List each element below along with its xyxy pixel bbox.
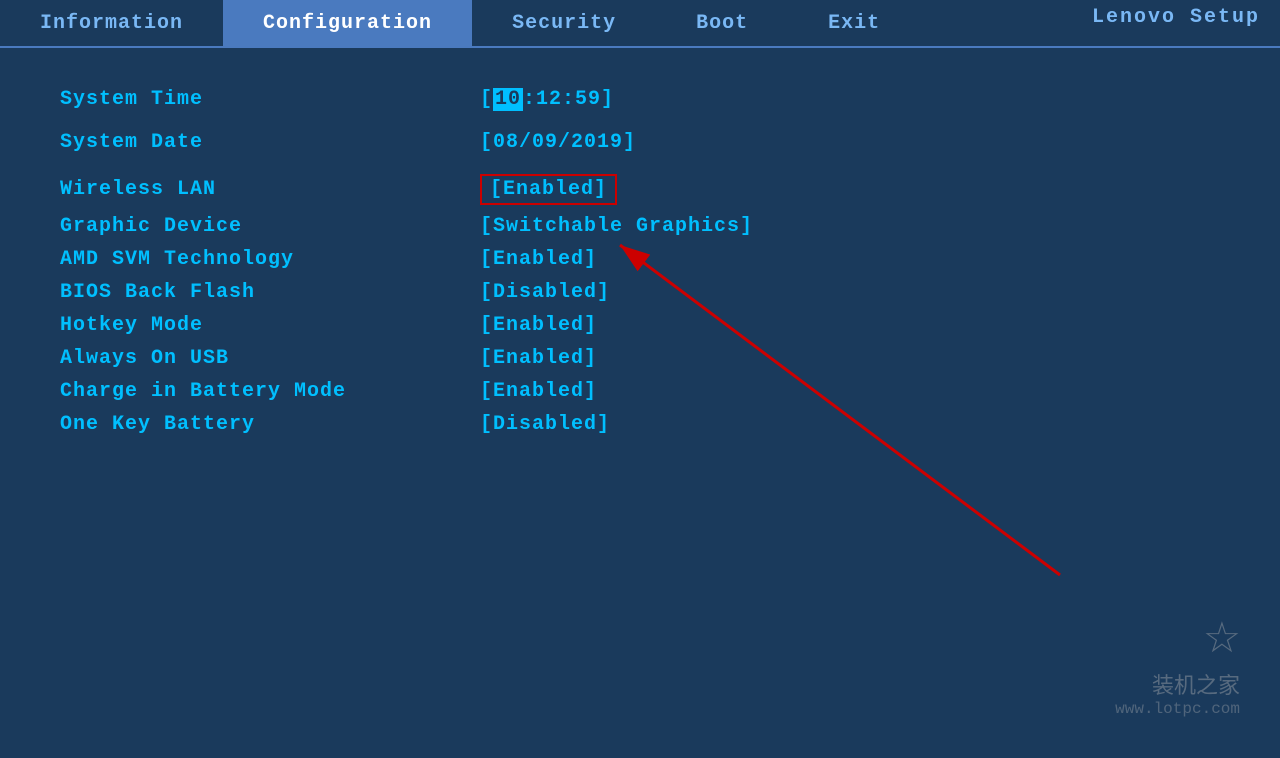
- tab-exit[interactable]: Exit: [788, 0, 920, 46]
- tab-information[interactable]: Information: [0, 0, 223, 46]
- charge-battery-value: [Enabled]: [480, 380, 597, 403]
- system-date-row: System Date [08/09/2019]: [60, 131, 1220, 154]
- system-time-label: System Time: [60, 88, 480, 111]
- bios-back-flash-label: BIOS Back Flash: [60, 281, 480, 304]
- graphic-device-value: [Switchable Graphics]: [480, 215, 753, 238]
- wireless-lan-label: Wireless LAN: [60, 178, 480, 201]
- app-title: Lenovo Setup: [1092, 6, 1260, 29]
- bios-back-flash-row: BIOS Back Flash [Disabled]: [60, 281, 1220, 304]
- system-date-label: System Date: [60, 131, 480, 154]
- hotkey-mode-value: [Enabled]: [480, 314, 597, 337]
- hotkey-mode-label: Hotkey Mode: [60, 314, 480, 337]
- charge-battery-row: Charge in Battery Mode [Enabled]: [60, 380, 1220, 403]
- menu-bar: Information Configuration Security Boot …: [0, 0, 1280, 48]
- wireless-lan-row: Wireless LAN [Enabled]: [60, 174, 1220, 205]
- amd-svm-label: AMD SVM Technology: [60, 248, 480, 271]
- one-key-battery-label: One Key Battery: [60, 413, 480, 436]
- watermark-star: ☆: [1115, 608, 1240, 668]
- bios-back-flash-value: [Disabled]: [480, 281, 610, 304]
- settings-table: System Time [10:12:59] System Date [08/0…: [60, 88, 1220, 436]
- tab-boot[interactable]: Boot: [656, 0, 788, 46]
- tab-configuration[interactable]: Configuration: [223, 0, 472, 46]
- graphic-device-label: Graphic Device: [60, 215, 480, 238]
- always-on-usb-label: Always On USB: [60, 347, 480, 370]
- watermark-brand: 装机之家: [1115, 668, 1240, 700]
- graphic-device-row: Graphic Device [Switchable Graphics]: [60, 215, 1220, 238]
- system-time-row: System Time [10:12:59]: [60, 88, 1220, 111]
- charge-battery-label: Charge in Battery Mode: [60, 380, 480, 403]
- watermark-url: www.lotpc.com: [1115, 700, 1240, 718]
- one-key-battery-row: One Key Battery [Disabled]: [60, 413, 1220, 436]
- always-on-usb-value: [Enabled]: [480, 347, 597, 370]
- wireless-lan-value: [Enabled]: [480, 174, 617, 205]
- hotkey-mode-row: Hotkey Mode [Enabled]: [60, 314, 1220, 337]
- main-content: System Time [10:12:59] System Date [08/0…: [0, 48, 1280, 486]
- system-time-value: [10:12:59]: [480, 88, 614, 111]
- amd-svm-row: AMD SVM Technology [Enabled]: [60, 248, 1220, 271]
- time-cursor: 10: [493, 88, 523, 111]
- always-on-usb-row: Always On USB [Enabled]: [60, 347, 1220, 370]
- one-key-battery-value: [Disabled]: [480, 413, 610, 436]
- watermark: ☆ 装机之家 www.lotpc.com: [1115, 608, 1240, 718]
- system-date-value: [08/09/2019]: [480, 131, 636, 154]
- amd-svm-value: [Enabled]: [480, 248, 597, 271]
- tab-security[interactable]: Security: [472, 0, 656, 46]
